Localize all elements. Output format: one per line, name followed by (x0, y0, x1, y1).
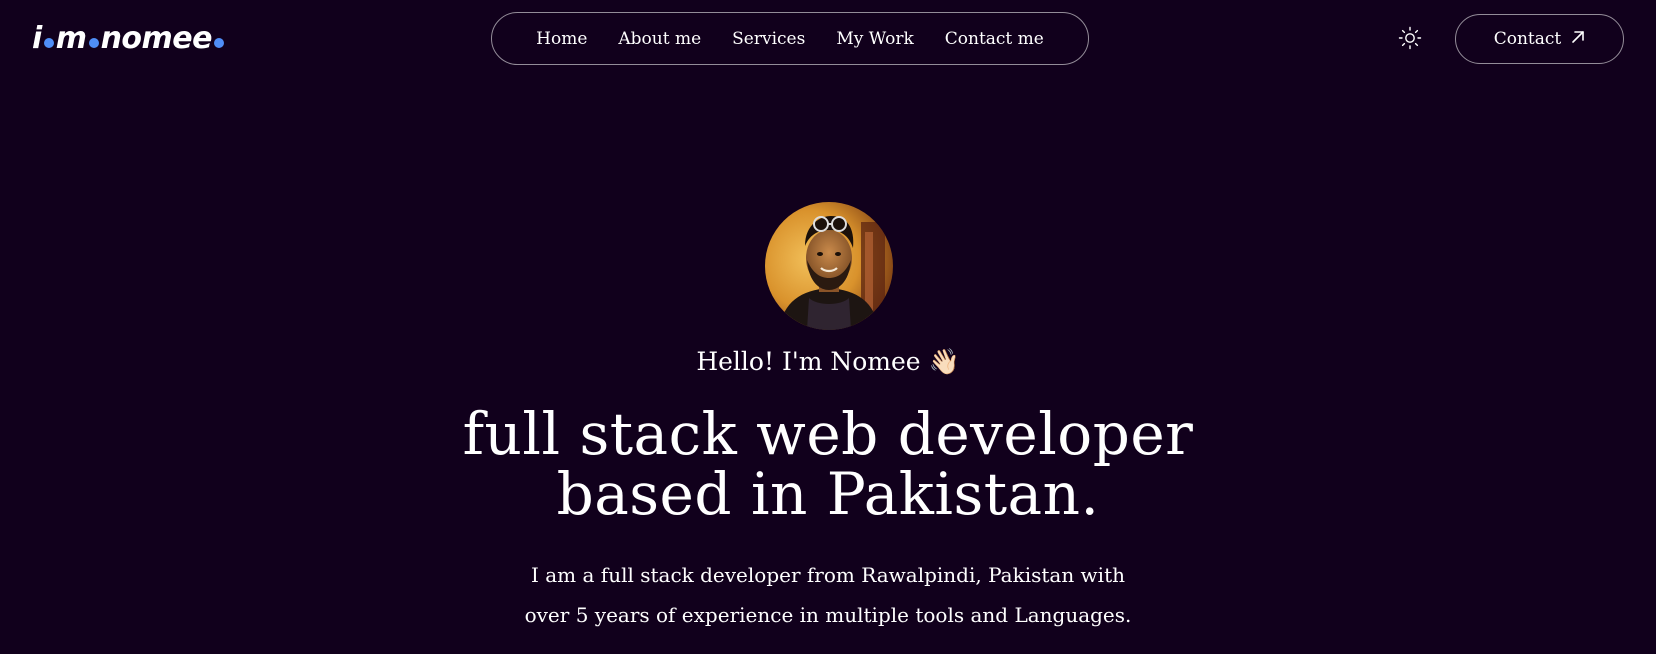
nav-item-contact-me[interactable]: Contact me (929, 29, 1059, 49)
hero-headline-line2: based in Pakistan. (556, 460, 1100, 528)
hero-intro-line2: over 5 years of experience in multiple t… (524, 603, 1132, 627)
sun-icon[interactable] (1398, 26, 1422, 50)
arrow-up-right-icon (1571, 29, 1585, 49)
contact-button-label: Contact (1493, 29, 1562, 49)
hero-headline: full stack web developer based in Pakist… (328, 404, 1328, 524)
page: i m nomee Home About me Services My Work… (0, 0, 1656, 654)
hero-intro: I am a full stack developer from Rawalpi… (478, 555, 1178, 635)
logo-dot (88, 38, 99, 48)
nav-item-services[interactable]: Services (717, 29, 821, 49)
logo-part-1: i (32, 20, 42, 56)
site-logo[interactable]: i m nomee (32, 18, 226, 58)
hero-greeting: Hello! I'm Nomee 👋🏻 (696, 347, 960, 376)
nav-item-my-work[interactable]: My Work (821, 29, 929, 49)
avatar (765, 202, 893, 330)
nav-item-home[interactable]: Home (521, 29, 603, 49)
nav-item-about-me[interactable]: About me (603, 29, 717, 49)
logo-part-2: m (55, 20, 87, 56)
logo-part-3: nomee (100, 20, 213, 56)
contact-button[interactable]: Contact (1455, 14, 1624, 64)
logo-dot (43, 38, 54, 48)
hero-headline-line1: full stack web developer (462, 400, 1194, 468)
logo-dot (213, 38, 224, 48)
hero-intro-line1: I am a full stack developer from Rawalpi… (531, 563, 1125, 587)
main-nav: Home About me Services My Work Contact m… (491, 12, 1089, 65)
